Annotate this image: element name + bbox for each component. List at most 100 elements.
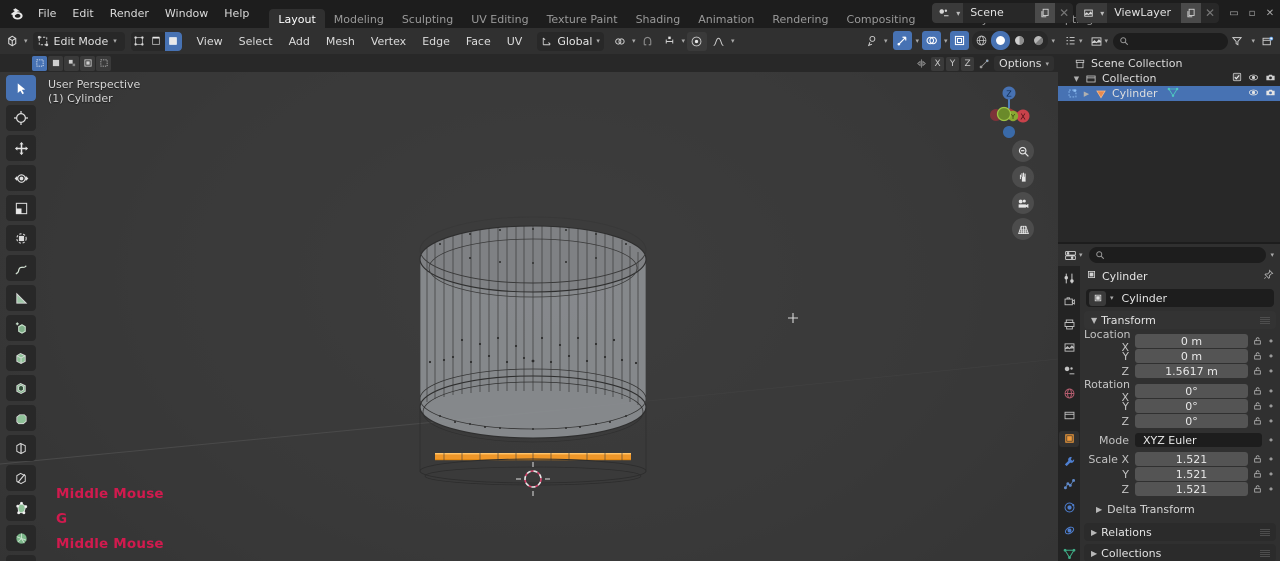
chevron-down-icon[interactable]: ▾ <box>681 37 685 45</box>
new-scene-button[interactable] <box>1035 3 1056 23</box>
relations-panel-header[interactable]: ▶ Relations <box>1084 523 1276 541</box>
hide-in-viewport-icon[interactable] <box>1248 87 1259 101</box>
menu-help[interactable]: Help <box>216 4 257 24</box>
rotation-y-value[interactable]: 0° <box>1135 399 1248 413</box>
animate-property-dot[interactable]: • <box>1266 483 1276 496</box>
scale-tool[interactable] <box>6 195 36 221</box>
chevron-down-icon[interactable]: ▾ <box>1270 251 1276 259</box>
lock-icon[interactable] <box>1251 469 1263 479</box>
animate-property-dot[interactable]: • <box>1266 468 1276 481</box>
output-tab[interactable] <box>1059 317 1079 333</box>
outliner-filter-button[interactable] <box>1231 35 1248 47</box>
animate-property-dot[interactable]: • <box>1266 434 1276 447</box>
mirror-icon[interactable] <box>914 57 929 71</box>
maximize-icon[interactable]: ▫ <box>1244 5 1260 21</box>
smooth-tool[interactable] <box>6 555 36 561</box>
mirror-axis-z[interactable]: Z <box>961 56 975 71</box>
rotation-mode-row[interactable]: Mode XYZ Euler ▾ • <box>1084 433 1276 447</box>
location-x-row[interactable]: Location X 0 m • <box>1084 328 1276 354</box>
auto-merge-icon[interactable] <box>976 57 992 71</box>
properties-panel[interactable]: Cylinder ▾ Cylinder ▼ Transform Location… <box>1080 266 1280 561</box>
face-select-mode[interactable] <box>164 31 182 51</box>
outliner-row-collection[interactable]: ▼ Collection <box>1058 71 1280 86</box>
outliner-row-cylinder[interactable]: ▶ Cylinder <box>1058 86 1280 101</box>
disable-in-render-icon[interactable] <box>1265 87 1276 101</box>
constraints-tab[interactable] <box>1059 522 1079 538</box>
rotation-x-row[interactable]: Rotation X 0° • <box>1084 378 1276 404</box>
solid-shading[interactable] <box>991 31 1011 50</box>
physics-tab[interactable] <box>1059 499 1079 515</box>
outliner-row-scene-collection[interactable]: Scene Collection <box>1058 56 1280 71</box>
bevel-tool[interactable] <box>6 405 36 431</box>
viewport-menu-vertex[interactable]: Vertex <box>364 32 413 51</box>
lock-icon[interactable] <box>1251 416 1263 426</box>
menu-render[interactable]: Render <box>102 4 157 24</box>
navigation-gizmo[interactable]: Z X Y <box>980 80 1038 138</box>
subtract-select-mode[interactable] <box>80 55 95 71</box>
3d-viewport[interactable]: User Perspective (1) Cylinder Z X Y Midd… <box>0 72 1058 561</box>
box-select-mode[interactable] <box>48 55 63 71</box>
pin-icon[interactable] <box>1263 269 1274 283</box>
move-view-button[interactable] <box>1012 166 1034 188</box>
scale-x-value[interactable]: 1.521 <box>1135 452 1248 466</box>
viewport-menu-uv[interactable]: UV <box>500 32 530 51</box>
move-tool[interactable] <box>6 135 36 161</box>
knife-tool[interactable] <box>6 465 36 491</box>
inset-faces-tool[interactable] <box>6 375 36 401</box>
lock-icon[interactable] <box>1251 401 1263 411</box>
tool-tab[interactable] <box>1059 271 1079 287</box>
options-dropdown[interactable]: Options ▾ <box>994 56 1054 71</box>
properties-editor-icon[interactable]: ▾ <box>1062 246 1085 265</box>
gizmo-toggle[interactable] <box>893 31 913 50</box>
rotation-x-value[interactable]: 0° <box>1135 384 1248 398</box>
outliner-display-mode-icon[interactable]: ▾ <box>1062 32 1085 51</box>
falloff-smooth-icon[interactable] <box>709 32 729 51</box>
spin-tool[interactable] <box>6 525 36 551</box>
rotation-z-value[interactable]: 0° <box>1135 414 1248 428</box>
overlays-toggle[interactable] <box>921 31 941 50</box>
object-name-field[interactable]: ▾ Cylinder <box>1086 289 1274 307</box>
properties-search-input[interactable] <box>1088 247 1267 263</box>
chevron-down-icon[interactable]: ▾ <box>1251 37 1255 45</box>
location-y-value[interactable]: 0 m <box>1135 349 1248 363</box>
lock-icon[interactable] <box>1251 366 1263 376</box>
viewport-menu-add[interactable]: Add <box>282 32 317 51</box>
expand-arrow-icon[interactable]: ▶ <box>1080 90 1093 98</box>
expand-arrow-icon[interactable]: ▼ <box>1070 75 1083 83</box>
toggle-perspective-button[interactable] <box>1012 218 1034 240</box>
collection-checkbox[interactable] <box>1232 72 1242 85</box>
material-preview-shading[interactable] <box>1010 31 1029 50</box>
scene-selector[interactable]: ▾ Scene ✕ <box>932 3 1074 23</box>
edge-select-mode[interactable] <box>147 31 165 51</box>
particles-tab[interactable] <box>1059 477 1079 493</box>
mirror-axis-y[interactable]: Y <box>946 56 960 71</box>
scale-z-value[interactable]: 1.521 <box>1135 482 1248 496</box>
modifier-tab[interactable] <box>1059 454 1079 470</box>
unlink-scene-button[interactable]: ✕ <box>1055 3 1073 23</box>
new-view-layer-button[interactable] <box>1181 3 1201 23</box>
zoom-view-button[interactable] <box>1012 140 1034 162</box>
lock-icon[interactable] <box>1251 351 1263 361</box>
viewport-menu-select[interactable]: Select <box>232 32 280 51</box>
xray-toggle[interactable] <box>950 31 970 50</box>
pivot-point-icon[interactable] <box>610 32 630 51</box>
wireframe-shading[interactable] <box>972 31 991 50</box>
scene-tab[interactable] <box>1059 362 1079 378</box>
animate-property-dot[interactable]: • <box>1266 415 1276 428</box>
scale-y-value[interactable]: 1.521 <box>1135 467 1248 481</box>
collection-tab[interactable] <box>1059 408 1079 424</box>
filter-id-icon[interactable]: ▾ <box>1088 32 1111 51</box>
data-tab[interactable] <box>1059 545 1079 561</box>
proportional-edit-icon[interactable] <box>686 31 707 51</box>
chevron-down-icon[interactable]: ▾ <box>944 37 948 45</box>
lock-icon[interactable] <box>1251 454 1263 464</box>
remove-view-layer-button[interactable]: ✕ <box>1201 3 1219 23</box>
outliner-search-input[interactable] <box>1113 32 1229 50</box>
rotation-y-row[interactable]: Y 0° • <box>1084 399 1276 413</box>
lock-icon[interactable] <box>1251 336 1263 346</box>
animate-property-dot[interactable]: • <box>1266 453 1276 466</box>
menu-edit[interactable]: Edit <box>64 4 101 24</box>
rotation-mode-value[interactable]: XYZ Euler <box>1135 433 1262 447</box>
extend-select-mode[interactable] <box>64 55 79 71</box>
viewport-menu-edge[interactable]: Edge <box>415 32 457 51</box>
